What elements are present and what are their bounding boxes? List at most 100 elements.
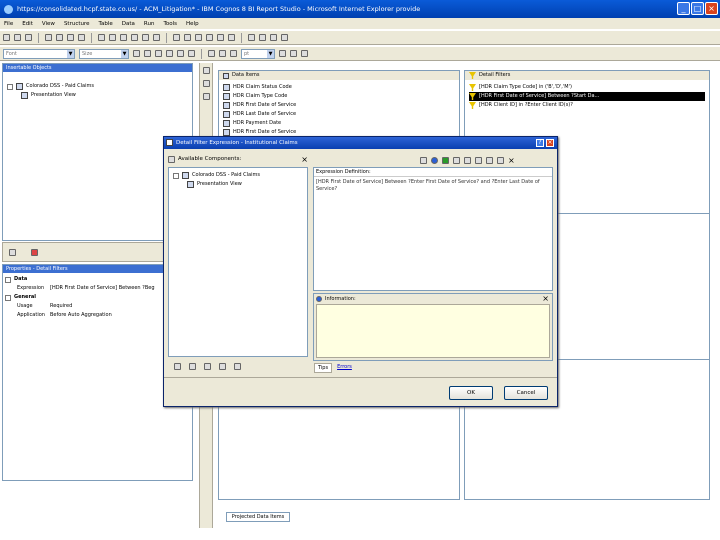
filter-item[interactable]: [HDR Client ID] in ?Enter Client ID(s)? bbox=[469, 101, 705, 110]
data-item[interactable]: HDR Last Date of Service bbox=[223, 110, 455, 119]
menu-data[interactable]: Data bbox=[122, 21, 135, 27]
border-icon[interactable] bbox=[208, 50, 215, 57]
group-icon[interactable] bbox=[173, 34, 180, 41]
filter-item-selected[interactable]: [HDR First Date of Service] Between ?Sta… bbox=[469, 92, 705, 101]
padding-icon[interactable] bbox=[219, 50, 226, 57]
copy-icon[interactable] bbox=[464, 156, 471, 164]
close-icon[interactable]: × bbox=[542, 294, 549, 304]
redo-icon[interactable] bbox=[497, 156, 504, 164]
close-icon[interactable]: × bbox=[508, 156, 515, 165]
sort-icon[interactable] bbox=[142, 34, 149, 41]
tree-item-folder[interactable]: Presentation View bbox=[7, 91, 192, 100]
run-icon[interactable] bbox=[120, 34, 127, 41]
validate-icon[interactable] bbox=[442, 156, 449, 164]
ok-button[interactable]: OK bbox=[449, 386, 493, 400]
insert-icon[interactable] bbox=[420, 156, 427, 164]
close-icon[interactable]: × bbox=[301, 155, 308, 164]
information-content bbox=[316, 304, 550, 358]
cancel-button[interactable]: Cancel bbox=[504, 386, 548, 400]
help-icon[interactable] bbox=[281, 34, 288, 41]
lock-icon[interactable] bbox=[270, 34, 277, 41]
redo-icon[interactable] bbox=[109, 34, 116, 41]
align-left-icon[interactable] bbox=[166, 50, 173, 57]
expand-icon[interactable] bbox=[173, 172, 179, 179]
data-item-icon bbox=[223, 129, 230, 136]
size-combo-value: Size bbox=[82, 50, 93, 57]
page-icon[interactable] bbox=[248, 34, 255, 41]
calculation-icon[interactable] bbox=[217, 34, 224, 41]
color-icon[interactable] bbox=[279, 50, 286, 57]
tree-item-package[interactable]: Colorado DSS - Paid Claims bbox=[7, 82, 192, 91]
expression-text[interactable]: [HDR First Date of Service] Between ?Ent… bbox=[314, 177, 552, 195]
chart-icon[interactable] bbox=[206, 34, 213, 41]
italic-icon[interactable] bbox=[144, 50, 151, 57]
bold-icon[interactable] bbox=[133, 50, 140, 57]
maximize-button[interactable]: □ bbox=[691, 2, 704, 15]
suppress-icon[interactable] bbox=[228, 34, 235, 41]
filter-icon[interactable] bbox=[131, 34, 138, 41]
underline-icon[interactable] bbox=[155, 50, 162, 57]
menu-table[interactable]: Table bbox=[99, 21, 113, 27]
tab-tips[interactable]: Tips bbox=[314, 363, 333, 373]
menu-tools[interactable]: Tools bbox=[163, 21, 177, 27]
align-right-icon[interactable] bbox=[188, 50, 195, 57]
toolbox-tab-icon[interactable] bbox=[31, 249, 38, 256]
functions-tab-icon[interactable] bbox=[204, 362, 211, 370]
background-icon[interactable] bbox=[290, 50, 297, 57]
paste-icon[interactable] bbox=[475, 156, 482, 164]
menu-structure[interactable]: Structure bbox=[64, 21, 90, 27]
delete-icon[interactable] bbox=[78, 34, 85, 41]
section-icon[interactable] bbox=[184, 34, 191, 41]
data-items-tab-icon[interactable] bbox=[189, 362, 196, 370]
undo-icon[interactable] bbox=[98, 34, 105, 41]
tree-item-folder[interactable]: Presentation View bbox=[173, 180, 303, 189]
filter-item[interactable]: [HDR Claim Type Code] in ('B','D','M') bbox=[469, 83, 705, 92]
collapse-icon[interactable] bbox=[5, 276, 11, 283]
source-tab-icon[interactable] bbox=[174, 362, 181, 370]
data-item[interactable]: HDR Payment Date bbox=[223, 119, 455, 128]
data-item[interactable]: HDR Claim Status Code bbox=[223, 83, 455, 92]
source-tab-icon[interactable] bbox=[9, 249, 16, 256]
macros-tab-icon[interactable] bbox=[234, 362, 241, 370]
separator bbox=[38, 32, 39, 43]
tree-item-package[interactable]: Colorado DSS - Paid Claims bbox=[173, 171, 303, 180]
tab-projected-data-items[interactable]: Projected Data Items bbox=[226, 512, 290, 522]
new-icon[interactable] bbox=[3, 34, 10, 41]
pivot-icon[interactable] bbox=[195, 34, 202, 41]
parameters-tab-icon[interactable] bbox=[219, 362, 226, 370]
menu-help[interactable]: Help bbox=[186, 21, 199, 27]
menu-run[interactable]: Run bbox=[144, 21, 155, 27]
expand-icon[interactable] bbox=[7, 83, 13, 90]
data-item-label: HDR Claim Status Code bbox=[233, 84, 292, 90]
font-combo[interactable]: Font ▼ bbox=[3, 48, 75, 59]
dialog-help-button[interactable]: ? bbox=[536, 139, 544, 147]
condition-explorer-icon[interactable] bbox=[203, 93, 210, 100]
menu-edit[interactable]: Edit bbox=[22, 21, 33, 27]
border-width-combo[interactable]: pt ▼ bbox=[241, 48, 275, 59]
query-icon[interactable] bbox=[259, 34, 266, 41]
tab-errors[interactable]: Errors bbox=[334, 363, 355, 373]
menu-view[interactable]: View bbox=[42, 21, 55, 27]
margin-icon[interactable] bbox=[230, 50, 237, 57]
menu-file[interactable]: File bbox=[4, 21, 13, 27]
close-button[interactable]: × bbox=[705, 2, 718, 15]
summarize-icon[interactable] bbox=[153, 34, 160, 41]
query-explorer-icon[interactable] bbox=[203, 80, 210, 87]
collapse-icon[interactable] bbox=[5, 294, 11, 301]
data-item[interactable]: HDR Claim Type Code bbox=[223, 92, 455, 101]
info-icon[interactable] bbox=[431, 156, 438, 164]
functions-icon[interactable] bbox=[453, 156, 460, 164]
open-icon[interactable] bbox=[14, 34, 21, 41]
paste-icon[interactable] bbox=[67, 34, 74, 41]
page-explorer-icon[interactable] bbox=[203, 67, 210, 74]
dialog-close-button[interactable]: × bbox=[546, 139, 554, 147]
undo-icon[interactable] bbox=[486, 156, 493, 164]
style-icon[interactable] bbox=[301, 50, 308, 57]
data-item[interactable]: HDR First Date of Service bbox=[223, 101, 455, 110]
cut-icon[interactable] bbox=[45, 34, 52, 41]
align-center-icon[interactable] bbox=[177, 50, 184, 57]
minimize-button[interactable]: _ bbox=[677, 2, 690, 15]
size-combo[interactable]: Size ▼ bbox=[79, 48, 129, 59]
save-icon[interactable] bbox=[25, 34, 32, 41]
copy-icon[interactable] bbox=[56, 34, 63, 41]
